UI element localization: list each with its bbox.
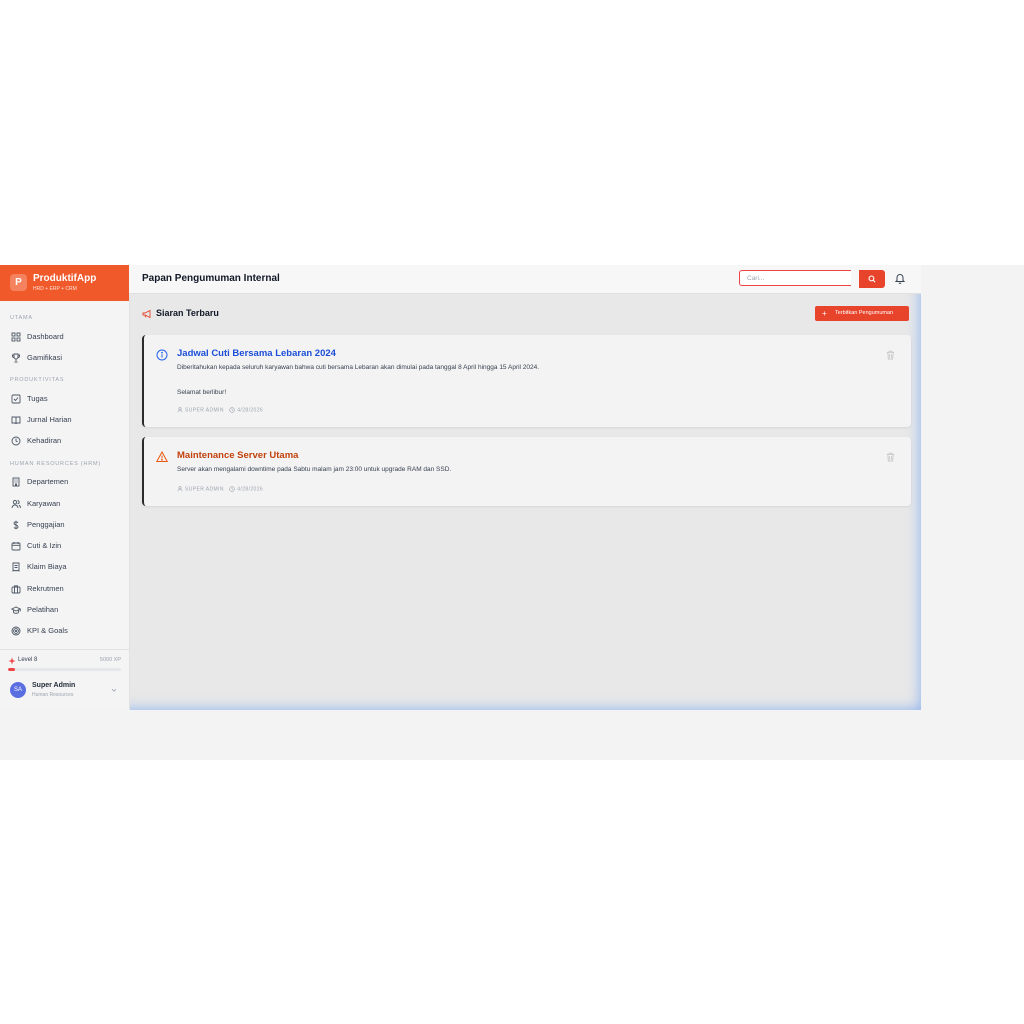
sidebar-item-departemen[interactable]: Departemen (8, 473, 122, 491)
search-input[interactable] (739, 270, 851, 286)
graduation-cap-icon (11, 606, 21, 614)
megaphone-icon (142, 309, 151, 319)
announcement-title: Jadwal Cuti Bersama Lebaran 2024 (177, 348, 336, 359)
announcement-author: SUPER ADMIN (185, 486, 224, 493)
announcement-title: Maintenance Server Utama (177, 450, 299, 461)
user-name[interactable]: Super Admin (32, 682, 75, 689)
brand-name: ProduktifApp (33, 273, 97, 284)
sidebar-item-label: Rekrutmen (27, 584, 64, 593)
sidebar-item-label: Pelatihan (27, 605, 59, 614)
announcement-body: Diberitahukan kepada seluruh karyawan ba… (177, 364, 540, 371)
users-icon (11, 500, 21, 509)
sidebar-item-kehadiran[interactable]: Kehadiran (8, 432, 122, 450)
brand-header[interactable]: P ProduktifApp HRD + ERP + CRM (0, 265, 129, 301)
sidebar-item-gamifikasi[interactable]: Gamifikasi (8, 349, 122, 367)
sidebar-item-label: Kehadiran (27, 436, 62, 445)
announcement-card[interactable]: Jadwal Cuti Bersama Lebaran 2024 Diberit… (142, 335, 911, 427)
sparkle-icon (8, 657, 16, 665)
announcement-date: 4/28/2026 (237, 407, 264, 414)
sidebar-item-label: Departemen (27, 477, 69, 486)
info-icon (156, 349, 168, 361)
sidebar-item-klaim-biaya[interactable]: Klaim Biaya (8, 558, 122, 576)
sidebar-item-label: Karyawan (27, 499, 61, 508)
clock-icon (229, 407, 235, 413)
section-title: Siaran Terbaru (156, 308, 219, 318)
publish-button-label: Terbitkan Pengumuman (835, 310, 894, 316)
sidebar-item-label: Cuti & Izin (27, 541, 62, 550)
trash-icon[interactable] (886, 452, 895, 462)
sidebar-item-cuti-izin[interactable]: Cuti & Izin (8, 537, 122, 555)
avatar[interactable]: SA (10, 682, 26, 698)
sidebar-item-label: Klaim Biaya (27, 562, 67, 571)
announcement-body: Server akan mengalami downtime pada Sabt… (177, 466, 452, 473)
trash-icon[interactable] (886, 350, 895, 360)
publish-announcement-button[interactable]: + Terbitkan Pengumuman (815, 306, 909, 321)
sidebar-item-karyawan[interactable]: Karyawan (8, 495, 122, 513)
warning-icon (156, 451, 168, 462)
sidebar: P ProduktifApp HRD + ERP + CRM UTAMA Das… (0, 265, 130, 710)
xp-progress-bar (8, 668, 121, 671)
sidebar-item-label: Tugas (27, 394, 48, 403)
announcement-date: 4/28/2026 (237, 486, 264, 493)
sidebar-item-label: Dashboard (27, 332, 64, 341)
plus-icon: + (822, 309, 827, 318)
sidebar-divider (0, 649, 129, 650)
announcement-card[interactable]: Maintenance Server Utama Server akan men… (142, 437, 911, 506)
announcement-meta: SUPER ADMIN 4/28/2026 (177, 486, 263, 492)
bell-icon[interactable] (894, 272, 906, 284)
dollar-icon (13, 520, 19, 530)
building-icon (12, 477, 20, 487)
clock-icon (11, 436, 21, 446)
top-header: Papan Pengumuman Internal (129, 265, 921, 294)
sidebar-section-hrm: HUMAN RESOURCES (HRM) (10, 461, 102, 467)
sidebar-item-penggajian[interactable]: Penggajian (8, 516, 122, 534)
sidebar-section-produktivitas: PRODUKTIVITAS (10, 377, 65, 383)
sidebar-item-dashboard[interactable]: Dashboard (8, 328, 122, 346)
sidebar-item-kpi-goals[interactable]: KPI & Goals (8, 622, 122, 640)
level-label: Level 8 (18, 657, 38, 663)
user-icon (177, 486, 183, 492)
search-icon (868, 275, 876, 283)
announcement-meta: SUPER ADMIN 4/28/2026 (177, 407, 263, 413)
search-button[interactable] (859, 270, 885, 288)
page-title: Papan Pengumuman Internal (142, 273, 280, 284)
checkbox-icon (11, 394, 21, 404)
sidebar-item-label: Gamifikasi (27, 353, 63, 362)
chevron-down-icon[interactable] (110, 686, 118, 694)
sidebar-item-label: KPI & Goals (27, 626, 68, 635)
sidebar-item-label: Penggajian (27, 520, 65, 529)
grid-icon (11, 332, 21, 342)
briefcase-icon (11, 585, 21, 594)
sidebar-item-jurnal-harian[interactable]: Jurnal Harian (8, 411, 122, 429)
receipt-icon (12, 562, 20, 572)
xp-progress-fill (8, 668, 15, 671)
user-icon (177, 407, 183, 413)
sidebar-section-utama: UTAMA (10, 315, 33, 321)
brand-logo: P (10, 274, 27, 291)
page-backdrop-right (921, 265, 1024, 760)
sidebar-item-pelatihan[interactable]: Pelatihan (8, 601, 122, 619)
page-backdrop-bottom (0, 710, 1024, 760)
user-role: Human Resources (32, 692, 74, 698)
xp-label: 5000 XP (99, 657, 121, 663)
sidebar-item-rekrutmen[interactable]: Rekrutmen (8, 580, 122, 598)
sidebar-item-tugas[interactable]: Tugas (8, 390, 122, 408)
book-icon (11, 416, 21, 425)
trophy-icon (12, 353, 20, 363)
app-window: P ProduktifApp HRD + ERP + CRM UTAMA Das… (0, 265, 921, 710)
clock-icon (229, 486, 235, 492)
brand-subtitle: HRD + ERP + CRM (33, 286, 77, 292)
target-icon (11, 626, 21, 636)
calendar-icon (11, 542, 21, 551)
announcement-author: SUPER ADMIN (185, 407, 224, 414)
sidebar-item-label: Jurnal Harian (27, 415, 72, 424)
announcement-body-extra: Selamat berlibur! (177, 389, 227, 396)
